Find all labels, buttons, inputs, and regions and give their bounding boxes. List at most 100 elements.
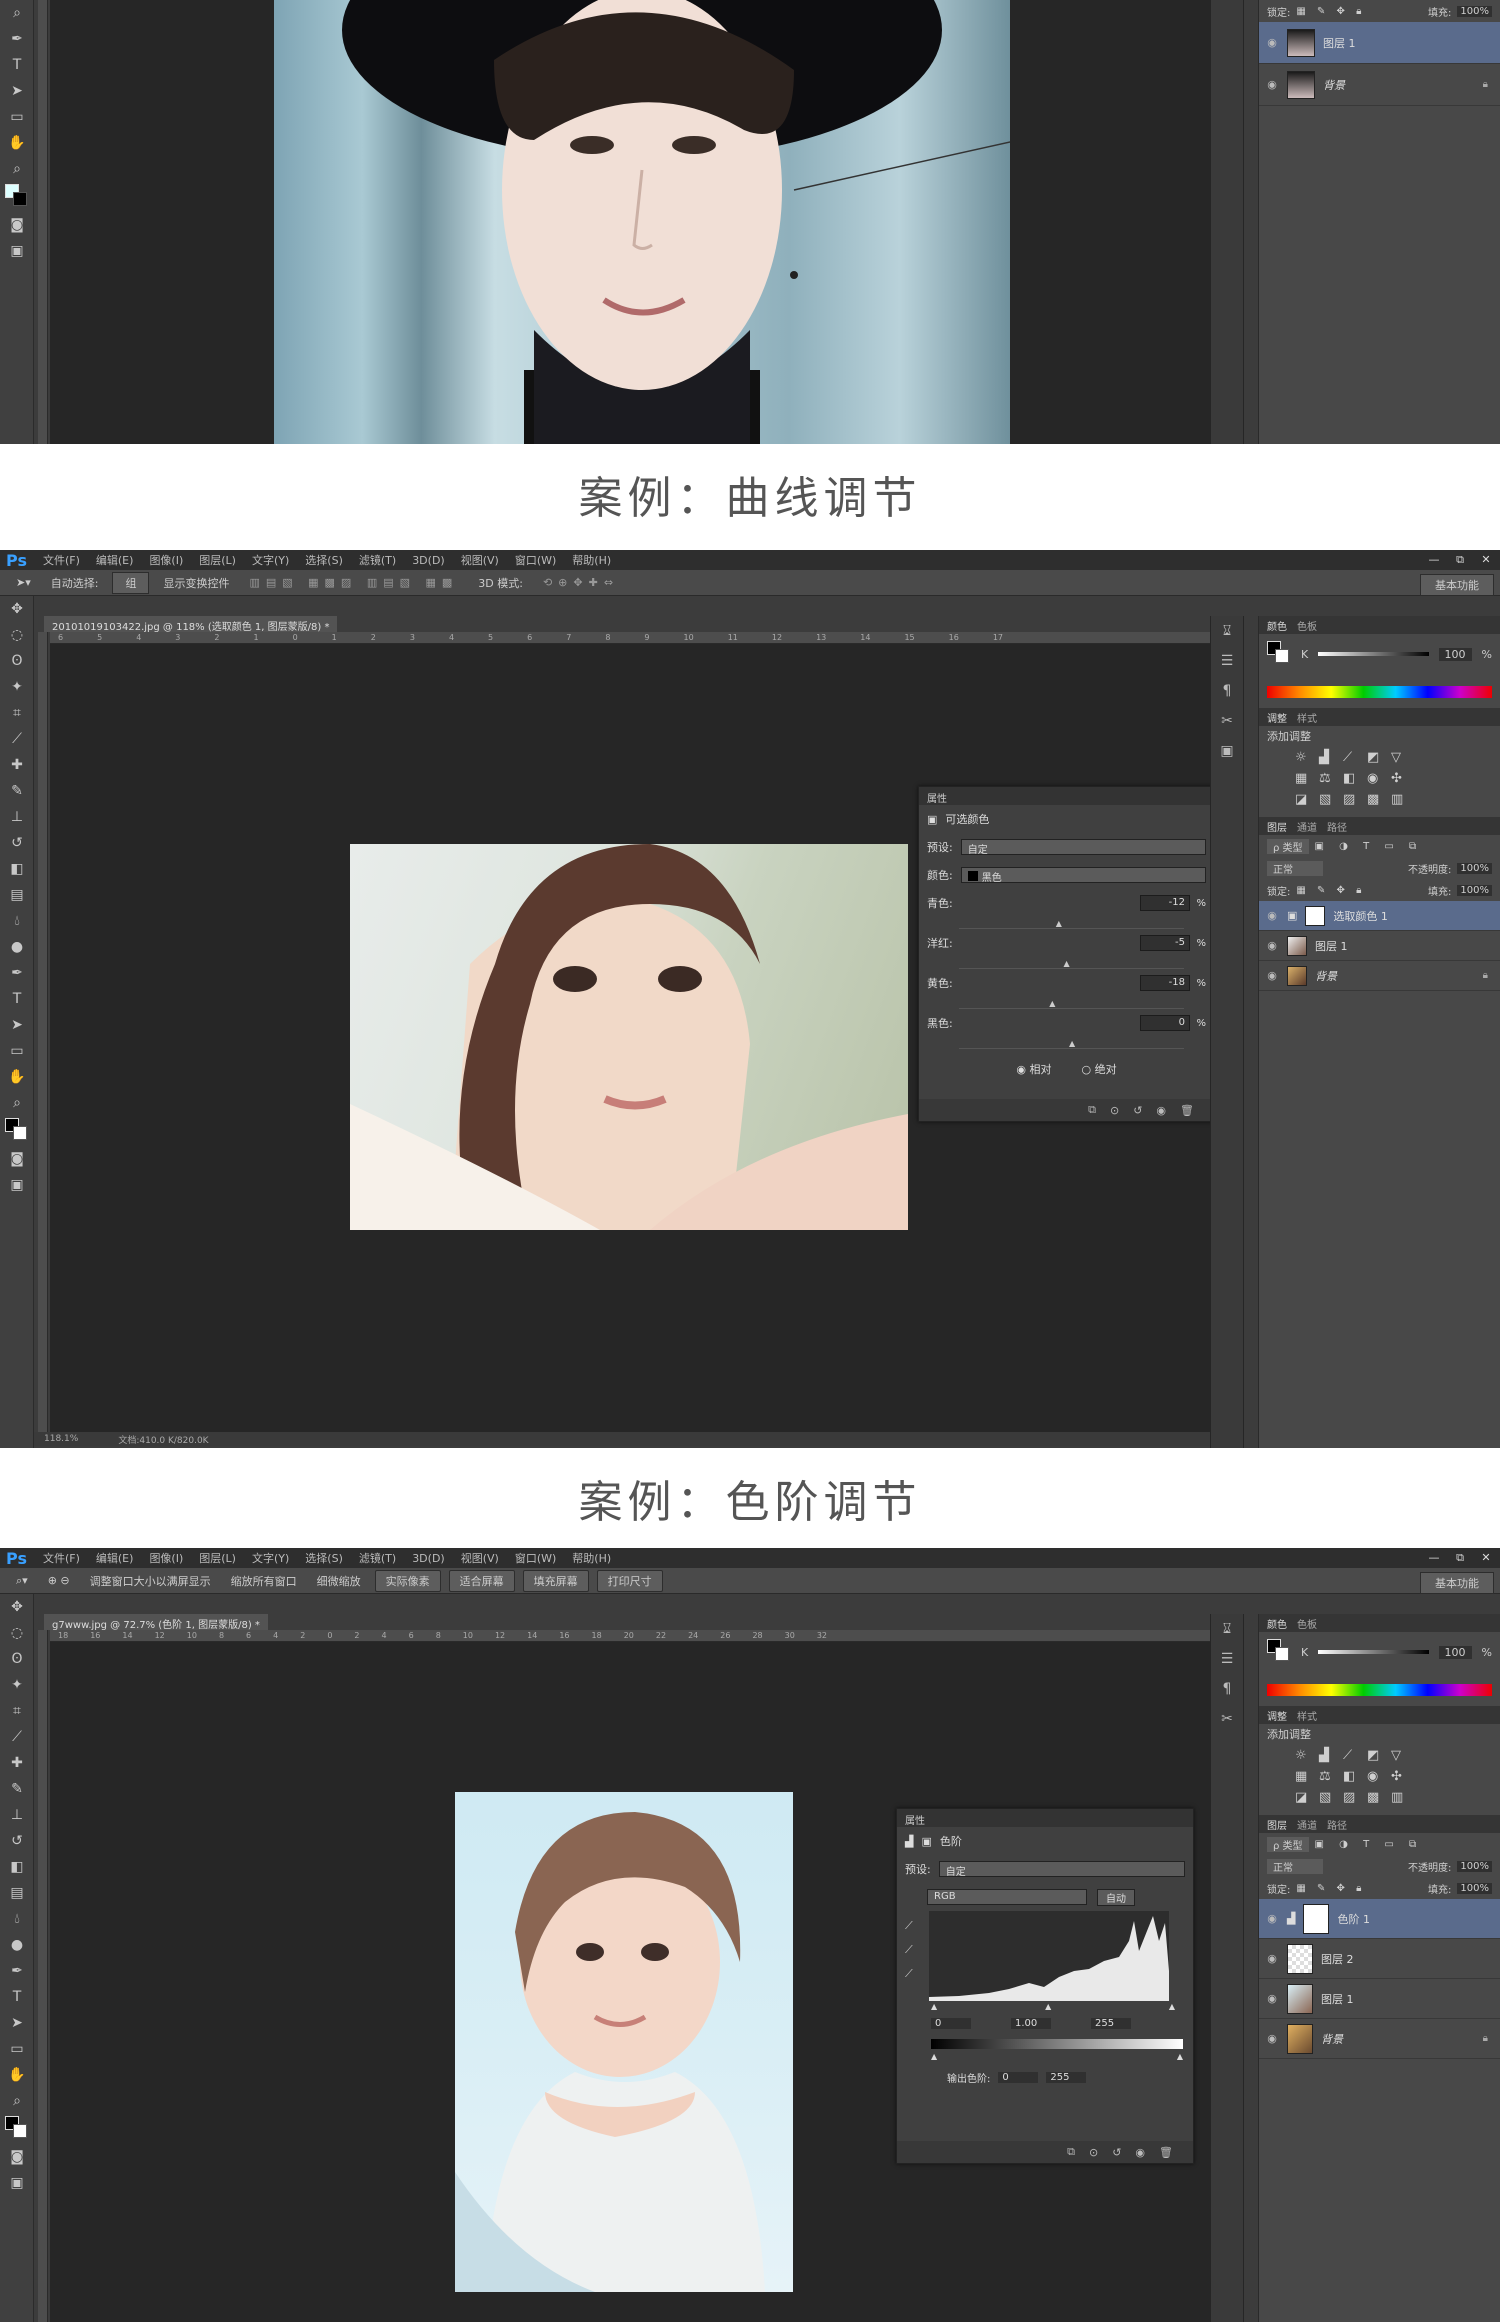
workspace-switcher[interactable]: 基本功能 — [1420, 1572, 1494, 1594]
visibility-eye-icon[interactable]: ◉ — [1265, 969, 1279, 982]
layer-row[interactable]: ◉ 背景 🔒︎ — [1259, 2019, 1500, 2059]
actions-icon[interactable]: ☰ — [1211, 646, 1243, 676]
white-eyedropper-icon[interactable]: ⟋ — [905, 1967, 923, 1981]
eyedropper-tool-icon[interactable]: ⟋ — [0, 726, 34, 752]
menu-type[interactable]: 文字(Y) — [244, 1550, 297, 1566]
crop-tool-icon[interactable]: ⌗ — [0, 1698, 34, 1724]
reset-icon[interactable]: ↺ — [1112, 2146, 1121, 2159]
layer-filter-dropdown[interactable]: ρ 类型 — [1267, 1836, 1309, 1852]
close-icon[interactable]: ✕ — [1476, 552, 1496, 567]
menu-help[interactable]: 帮助(H) — [564, 552, 619, 568]
rectangle-tool-icon[interactable]: ▭ — [0, 104, 34, 130]
eraser-tool-icon[interactable]: ◧ — [0, 1854, 34, 1880]
tab-channels[interactable]: 通道 — [1297, 819, 1317, 834]
pen-tool-icon[interactable]: ✒ — [0, 1958, 34, 1984]
color-dropdown[interactable]: 黑色 — [960, 867, 1206, 884]
menu-3d[interactable]: 3D(D) — [404, 554, 453, 567]
vibrance-icon[interactable]: ▽ — [1391, 750, 1409, 765]
minimize-icon[interactable]: — — [1424, 552, 1444, 567]
resize-windows-checkbox[interactable]: 调整窗口大小以满屏显示 — [84, 1571, 217, 1591]
channel-mixer-icon[interactable]: ✣ — [1391, 771, 1409, 786]
menu-edit[interactable]: 编辑(E) — [88, 552, 142, 568]
blend-mode-dropdown[interactable]: 正常 — [1267, 860, 1323, 876]
gradient-map-icon[interactable]: ▥ — [1391, 1790, 1409, 1805]
path-select-tool-icon[interactable]: ➤ — [0, 2010, 34, 2036]
align-icons[interactable]: ▥▤▧ ▦▩▨ ▥▤▧ ▦▩ — [243, 574, 464, 591]
color-swatches[interactable] — [0, 182, 34, 212]
eraser-tool-icon[interactable]: ◧ — [0, 856, 34, 882]
quick-mask-icon[interactable]: ◙ — [0, 212, 34, 238]
properties-icon[interactable]: ▣ — [1211, 736, 1243, 766]
fill-value[interactable]: 100% — [1457, 884, 1492, 896]
tab-layers[interactable]: 图层 — [1267, 1817, 1287, 1832]
slider-value-field[interactable]: 0 — [1140, 1015, 1190, 1031]
posterize-icon[interactable]: ▧ — [1319, 792, 1337, 807]
color-spectrum-bar[interactable] — [1267, 1684, 1492, 1696]
k-value[interactable]: 100 — [1438, 647, 1472, 661]
color-swatches[interactable] — [0, 1116, 34, 1146]
menu-file[interactable]: 文件(F) — [35, 552, 88, 568]
slider-track[interactable]: ▲ — [959, 917, 1184, 929]
menu-file[interactable]: 文件(F) — [35, 1550, 88, 1566]
tab-styles[interactable]: 样式 — [1297, 710, 1317, 725]
auto-button[interactable]: 自动 — [1097, 1888, 1135, 1906]
method-relative-radio[interactable]: ◉ 相对 — [1016, 1061, 1051, 1077]
threshold-icon[interactable]: ▨ — [1343, 792, 1361, 807]
menu-filter[interactable]: 滤镜(T) — [351, 1550, 404, 1566]
output-white-slider[interactable]: ▲ — [1177, 2052, 1183, 2061]
tab-swatches[interactable]: 色板 — [1297, 1616, 1317, 1631]
shape-tool-icon[interactable]: ▭ — [0, 2036, 34, 2062]
tab-color[interactable]: 颜色 — [1267, 1616, 1287, 1631]
visibility-eye-icon[interactable]: ◉ — [1265, 909, 1279, 922]
visibility-eye-icon[interactable]: ◉ — [1265, 939, 1279, 952]
paragraph-icon[interactable]: ¶ — [1211, 1674, 1243, 1704]
workspace-switcher[interactable]: 基本功能 — [1420, 574, 1494, 596]
visibility-icon[interactable]: ◉ — [1135, 2146, 1145, 2159]
gradient-map-icon[interactable]: ▥ — [1391, 792, 1409, 807]
eyedropper-tool-icon[interactable]: ⟋ — [0, 1724, 34, 1750]
exposure-icon[interactable]: ◩ — [1367, 750, 1385, 765]
bw-icon[interactable]: ◧ — [1343, 771, 1361, 786]
healing-tool-icon[interactable]: ✚ — [0, 1750, 34, 1776]
stamp-tool-icon[interactable]: ⊥ — [0, 1802, 34, 1828]
visibility-eye-icon[interactable]: ◉ — [1265, 36, 1279, 49]
photo-filter-icon[interactable]: ◉ — [1367, 1769, 1385, 1784]
tab-paths[interactable]: 路径 — [1327, 1817, 1347, 1832]
input-white-field[interactable]: 255 — [1091, 2017, 1131, 2029]
layer-filter-icons[interactable]: ▣ ◑ T ▭ ⧉ — [1315, 1839, 1423, 1850]
visibility-eye-icon[interactable]: ◉ — [1265, 78, 1279, 91]
method-absolute-radio[interactable]: ○ 绝对 — [1082, 1061, 1117, 1077]
blend-mode-dropdown[interactable]: 正常 — [1267, 1858, 1323, 1874]
quick-select-tool-icon[interactable]: ✦ — [0, 1672, 34, 1698]
history-icon[interactable]: ⌛︎ — [1211, 616, 1243, 646]
quick-mask-icon[interactable]: ◙ — [0, 1146, 34, 1172]
gradient-tool-icon[interactable]: ▤ — [0, 1880, 34, 1906]
actual-pixels-button[interactable]: 实际像素 — [374, 1569, 441, 1592]
menu-window[interactable]: 窗口(W) — [507, 1550, 564, 1566]
dodge-tool-icon[interactable]: ● — [0, 1932, 34, 1958]
posterize-icon[interactable]: ▧ — [1319, 1790, 1337, 1805]
color-balance-icon[interactable]: ⚖ — [1319, 1769, 1337, 1784]
fill-value[interactable]: 100% — [1457, 5, 1492, 17]
fill-screen-button[interactable]: 填充屏幕 — [522, 1569, 589, 1592]
hue-sat-icon[interactable]: ▦ — [1295, 1769, 1313, 1784]
view-previous-icon[interactable]: ⊙ — [1089, 2146, 1098, 2159]
menu-filter[interactable]: 滤镜(T) — [351, 552, 404, 568]
tools-icon[interactable]: ✂ — [1211, 1704, 1243, 1734]
3d-mode-icons[interactable]: ⟲⊕✥✚⇔ — [537, 574, 625, 591]
crop-tool-icon[interactable]: ⌗ — [0, 700, 34, 726]
hue-sat-icon[interactable]: ▦ — [1295, 771, 1313, 786]
zoom-tool-icon[interactable]: ⌕ — [0, 1090, 34, 1116]
visibility-eye-icon[interactable]: ◉ — [1265, 1992, 1279, 2005]
gradient-tool-icon[interactable]: ▤ — [0, 882, 34, 908]
menu-edit[interactable]: 编辑(E) — [88, 1550, 142, 1566]
tab-color[interactable]: 颜色 — [1267, 618, 1287, 633]
pen-tool-icon[interactable]: ✒ — [0, 960, 34, 986]
stamp-tool-icon[interactable]: ⊥ — [0, 804, 34, 830]
path-select-tool-icon[interactable]: ➤ — [0, 1012, 34, 1038]
input-gamma-slider[interactable]: ▲ — [1045, 2002, 1051, 2011]
tab-styles[interactable]: 样式 — [1297, 1708, 1317, 1723]
tab-adjustments[interactable]: 调整 — [1267, 710, 1287, 725]
preset-dropdown[interactable]: 自定 — [960, 839, 1206, 856]
layer-filter-dropdown[interactable]: ρ 类型 — [1267, 838, 1309, 854]
